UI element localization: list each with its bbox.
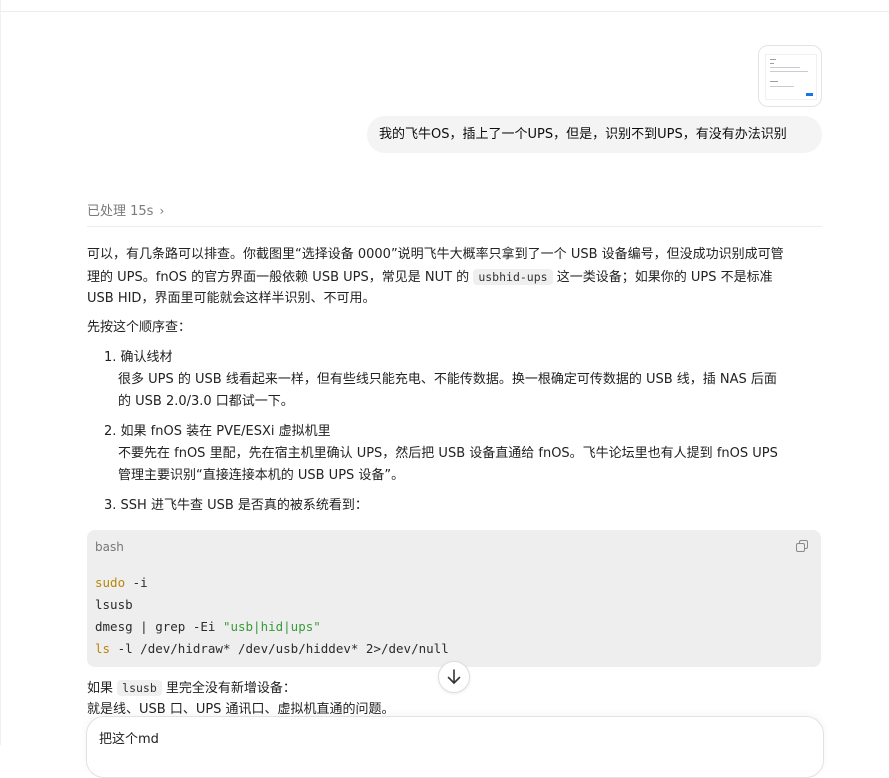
step-1-title: 1. 确认线材 [104,350,173,365]
code-text: -i [125,575,148,590]
after-text: 如果 [87,681,114,696]
code-text: dmesg | grep -Ei [95,619,223,634]
code-line-4: ls -l /dev/hidraw* /dev/usb/hiddev* 2>/d… [95,638,449,660]
message-composer[interactable]: 把这个md [86,716,824,778]
composer-input-text[interactable]: 把这个md [99,730,159,750]
step-2-title: 2. 如果 fnOS 装在 PVE/ESXi 虚拟机里 [104,424,331,439]
step-1-body-line-2: 的 USB 2.0/3.0 口都试一下。 [118,394,294,409]
intro-line-1: 可以，有几条路可以排查。你截图里“选择设备 0000”说明飞牛大概率只拿到了一个… [87,247,784,262]
intro-line-3: USB HID，界面里可能就会这样半识别、不可用。 [87,291,376,306]
after-code-line-1: 如果 lsusb 里完全没有新增设备： [87,677,296,700]
intro-text: 理的 UPS。fnOS 的官方界面一般依赖 USB UPS，常见是 NUT 的 [87,270,470,285]
code-line-3: dmesg | grep -Ei "usb|hid|ups" [95,616,321,638]
code-keyword: sudo [95,575,126,590]
copy-icon[interactable] [796,540,808,552]
user-message-bubble: 我的飞牛OS，插上了一个UPS，但是，识别不到UPS，有没有办法识别 [367,116,822,153]
code-line-2: lsusb [95,597,133,612]
code-block: bash sudo -i lsusb dmesg | grep -Ei "usb… [87,530,821,667]
code-line-1: sudo -i [95,572,148,594]
step-1-body-line-1: 很多 UPS 的 USB 线看起来一样，但有些线只能充电、不能传数据。换一根确定… [118,372,777,387]
code-keyword: ls [95,641,111,656]
intro-text: 这一类设备；如果你的 UPS 不是标准 [556,270,773,285]
step-2-body-line-2: 管理主要识别“直接连接本机的 USB UPS 设备”。 [118,468,405,483]
user-message-text: 我的飞牛OS，插上了一个UPS，但是，识别不到UPS，有没有办法识别 [379,127,787,142]
inline-code: usbhid-ups [473,269,553,285]
inline-code: lsusb [117,680,162,696]
processed-toggle[interactable]: 已处理 15s › [87,201,164,222]
top-bar [0,0,889,12]
scroll-to-bottom-button[interactable] [438,661,470,693]
thumbnail-button [806,93,813,96]
arrow-down-icon [447,669,461,684]
step-2-body-line-1: 不要先在 fnOS 里配，先在宿主机里确认 UPS，然后把 USB 设备直通给 … [118,446,778,461]
thumbnail-preview [765,54,817,100]
chevron-right-icon: › [159,204,165,218]
left-edge [0,0,1,745]
divider [87,226,822,227]
code-text: -l /dev/hidraw* /dev/usb/hiddev* 2>/dev/… [110,641,449,656]
order-heading: 先按这个顺序查： [87,320,192,335]
code-language-label: bash [95,540,124,554]
intro-line-2: 理的 UPS。fnOS 的官方界面一般依赖 USB UPS，常见是 NUT 的 … [87,266,773,289]
code-string: "usb|hid|ups" [222,619,321,634]
after-text: 里完全没有新增设备： [165,681,296,696]
attachment-thumbnail[interactable] [758,45,822,107]
step-3-title: 3. SSH 进飞牛查 USB 是否真的被系统看到： [104,498,368,513]
processed-label: 已处理 15s [87,204,154,219]
